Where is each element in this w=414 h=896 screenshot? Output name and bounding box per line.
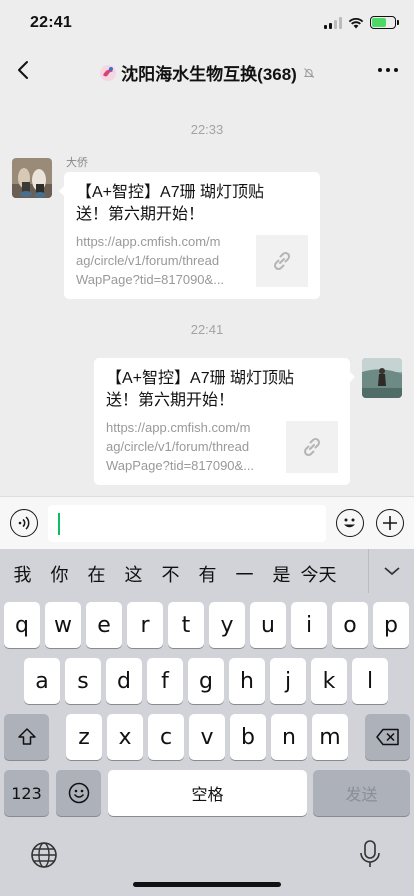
link-card-url: https://app.cmfish.com/m ag/circle/v1/fo…	[76, 234, 225, 287]
message-timestamp: 22:33	[190, 122, 224, 137]
expand-candidates-button[interactable]	[368, 549, 414, 593]
numbers-key[interactable]: 123	[4, 770, 49, 816]
home-indicator[interactable]	[133, 882, 281, 887]
candidate-word[interactable]: 我	[4, 561, 41, 587]
link-card-url: https://app.cmfish.com/m ag/circle/v1/fo…	[106, 420, 255, 473]
status-time: 22:41	[30, 14, 72, 31]
candidate-word[interactable]: 在	[78, 561, 115, 587]
key-x[interactable]: x	[107, 714, 143, 760]
key-s[interactable]: s	[65, 658, 101, 704]
globe-icon[interactable]	[30, 841, 58, 869]
ios-keyboard: 我你在这不有一是今天 qwertyuiop asdfghjkl zxcvbnm …	[0, 549, 414, 896]
chat-title: 沈阳海水生物互换(368)	[0, 60, 414, 85]
sender-name: 大侨	[66, 157, 88, 169]
battery-icon	[370, 16, 399, 29]
key-g[interactable]: g	[188, 658, 224, 704]
candidate-word[interactable]: 一	[226, 561, 263, 587]
candidate-word[interactable]: 有	[189, 561, 226, 587]
link-card-title: 【A+智控】A7珊 瑚灯顶贴 送！第六期开始！	[76, 184, 265, 223]
key-row-3: zxcvbnm	[0, 714, 414, 760]
key-m[interactable]: m	[312, 714, 348, 760]
chat-title-text: 沈阳海水生物互换(368)	[121, 65, 297, 84]
candidate-word[interactable]: 这	[115, 561, 152, 587]
candidate-bar: 我你在这不有一是今天	[0, 549, 414, 599]
key-row-4: 123 空格 发送	[0, 770, 414, 816]
key-row-2: asdfghjkl	[0, 658, 414, 704]
key-u[interactable]: u	[250, 602, 286, 648]
candidate-word[interactable]: 你	[41, 561, 78, 587]
shift-key[interactable]	[4, 714, 49, 760]
group-logo-icon	[100, 64, 117, 81]
key-e[interactable]: e	[86, 602, 122, 648]
emoji-key[interactable]	[56, 770, 101, 816]
key-l[interactable]: l	[352, 658, 388, 704]
link-icon	[273, 251, 291, 271]
key-j[interactable]: j	[270, 658, 306, 704]
key-r[interactable]: r	[127, 602, 163, 648]
emoji-icon	[68, 782, 89, 804]
wifi-icon	[348, 17, 364, 28]
more-functions-button[interactable]	[376, 509, 404, 537]
key-c[interactable]: c	[148, 714, 184, 760]
link-card-message[interactable]: 【A+智控】A7珊 瑚灯顶贴 送！第六期开始！ https://app.cmfi…	[94, 358, 355, 485]
key-t[interactable]: t	[168, 602, 204, 648]
candidate-word[interactable]: 不	[152, 561, 189, 587]
smiley-icon	[344, 518, 355, 528]
link-card-message[interactable]: 【A+智控】A7珊 瑚灯顶贴 送！第六期开始！ https://app.cmfi…	[59, 172, 320, 299]
link-thumbnail	[286, 421, 338, 473]
key-z[interactable]: z	[66, 714, 102, 760]
key-p[interactable]: p	[373, 602, 409, 648]
key-d[interactable]: d	[106, 658, 142, 704]
status-bar: 22:41	[0, 0, 414, 46]
key-v[interactable]: v	[189, 714, 225, 760]
more-options-icon[interactable]	[378, 68, 398, 72]
cellular-signal-icon	[324, 16, 342, 29]
mute-bell-icon	[303, 67, 315, 78]
key-y[interactable]: y	[209, 602, 245, 648]
key-i[interactable]: i	[291, 602, 327, 648]
plus-icon	[383, 516, 397, 530]
nav-bar: 沈阳海水生物互换(368)	[0, 46, 414, 96]
link-card-title: 【A+智控】A7珊 瑚灯顶贴 送！第六期开始！	[106, 370, 295, 409]
delete-key[interactable]	[365, 714, 410, 760]
key-n[interactable]: n	[271, 714, 307, 760]
key-q[interactable]: q	[4, 602, 40, 648]
send-key[interactable]: 发送	[313, 770, 410, 816]
sender-avatar[interactable]	[12, 158, 52, 198]
voice-icon	[18, 516, 30, 530]
message-timestamp: 22:41	[190, 322, 224, 337]
key-b[interactable]: b	[230, 714, 266, 760]
link-thumbnail	[256, 235, 308, 287]
microphone-icon[interactable]	[358, 839, 382, 869]
key-row-1: qwertyuiop	[0, 602, 414, 648]
backspace-icon	[375, 728, 399, 746]
key-h[interactable]: h	[229, 658, 265, 704]
candidate-word[interactable]: 是	[263, 561, 300, 587]
my-avatar[interactable]	[362, 358, 402, 398]
message-input[interactable]	[48, 505, 326, 542]
key-o[interactable]: o	[332, 602, 368, 648]
shift-icon	[17, 728, 36, 745]
link-icon	[303, 437, 321, 457]
key-k[interactable]: k	[311, 658, 347, 704]
candidate-word[interactable]: 今天	[300, 561, 337, 587]
key-w[interactable]: w	[45, 602, 81, 648]
space-key[interactable]: 空格	[108, 770, 307, 816]
text-cursor	[58, 513, 60, 535]
chevron-down-icon	[383, 567, 400, 576]
chat-input-bar	[0, 496, 414, 549]
voice-input-button[interactable]	[10, 509, 38, 537]
emoji-button[interactable]	[336, 509, 364, 537]
chat-message-list[interactable]: 22:33 大侨 【A+智控】A7珊 瑚灯顶贴 送！第六期开始！ https:/…	[0, 96, 414, 496]
key-f[interactable]: f	[147, 658, 183, 704]
candidate-list: 我你在这不有一是今天	[0, 561, 370, 587]
key-a[interactable]: a	[24, 658, 60, 704]
status-icons	[324, 16, 399, 29]
